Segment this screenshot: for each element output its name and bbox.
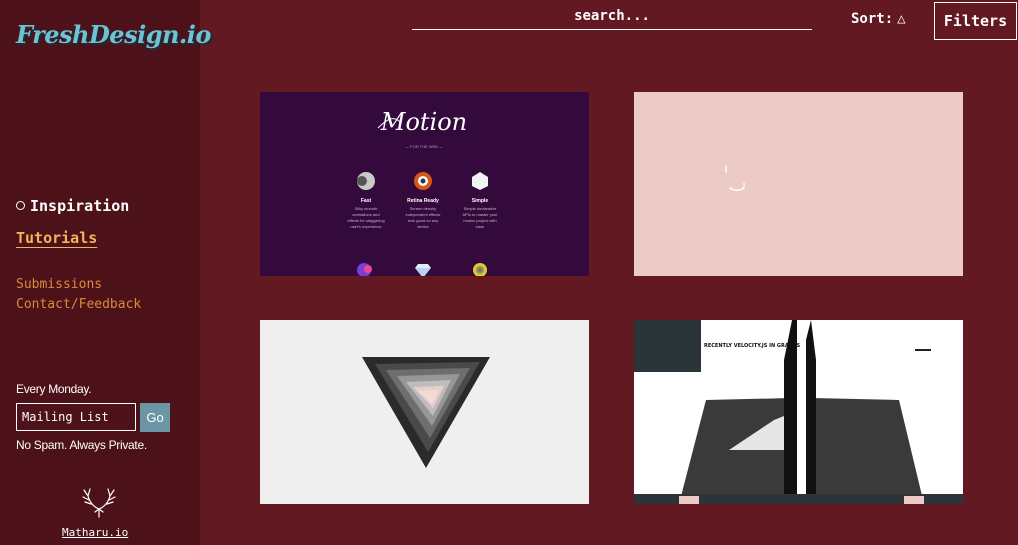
svg-text:Simple declarative: Simple declarative <box>464 206 497 211</box>
nav-submissions[interactable]: Submissions <box>16 275 141 295</box>
svg-text:look good on any: look good on any <box>408 218 438 223</box>
sidebar: FreshDesign.io Inspiration Tutorials Sub… <box>0 0 211 545</box>
svg-text:ease: ease <box>476 224 485 229</box>
mailing-note: No Spam. Always Private. <box>16 438 147 452</box>
pink-loader-preview <box>725 165 745 191</box>
card-triangle-spiral[interactable] <box>260 320 589 504</box>
mailing-go-button[interactable]: Go <box>140 403 170 432</box>
nav-inspiration-label: Inspiration <box>30 197 130 215</box>
motion-tagline: — FOR THE WEB — <box>405 144 443 149</box>
triangle-up-icon[interactable]: △ <box>897 11 905 27</box>
feature-title-simple: Simple <box>472 198 489 204</box>
card-motion[interactable]: Motion — FOR THE WEB — Fast Retina Ready… <box>260 92 589 276</box>
feature-retina-icon <box>414 172 432 190</box>
antlers-logo-icon <box>82 488 116 518</box>
card-pink-loader[interactable] <box>634 92 963 276</box>
velocity-preview: RECENTLY VELOCITY.JS IN GRAPHS <box>634 320 963 504</box>
mailing-list-input[interactable]: Mailing List <box>16 403 136 431</box>
svg-text:motion project with: motion project with <box>463 218 496 223</box>
svg-text:device: device <box>417 224 429 229</box>
svg-text:Silky smooth: Silky smooth <box>355 206 378 211</box>
feature-title-fast: Fast <box>361 198 372 204</box>
svg-text:effects for staggering: effects for staggering <box>347 218 384 223</box>
nav-tutorials[interactable]: Tutorials <box>16 229 97 247</box>
feature-title-retina: Retina Ready <box>407 198 439 204</box>
sort-label: Sort: <box>851 11 894 27</box>
nav-contact-feedback[interactable]: Contact/Feedback <box>16 295 141 315</box>
circle-bullet-icon <box>16 201 25 210</box>
filters-button[interactable]: Filters <box>934 2 1017 40</box>
motion-logo-text: Motion <box>380 108 467 136</box>
svg-text:Screen density: Screen density <box>410 206 436 211</box>
card-velocity[interactable]: RECENTLY VELOCITY.JS IN GRAPHS <box>634 320 963 504</box>
svg-text:independent effects: independent effects <box>406 212 441 217</box>
site-logo[interactable]: FreshDesign.io <box>16 20 211 49</box>
feature-simple-icon <box>472 172 488 190</box>
triangle-spiral-preview <box>362 357 490 468</box>
velocity-heading: RECENTLY VELOCITY.JS IN GRAPHS <box>704 343 801 349</box>
sort-control[interactable]: Sort: △ <box>851 11 906 27</box>
nav-secondary: Submissions Contact/Feedback <box>16 275 141 315</box>
feature-row2-icons <box>357 263 487 276</box>
svg-text:user's experience: user's experience <box>350 224 382 229</box>
feature-fast-icon <box>357 172 375 190</box>
motion-preview: Motion — FOR THE WEB — Fast Retina Ready… <box>347 108 498 276</box>
nav-inspiration[interactable]: Inspiration <box>16 197 129 215</box>
mailing-caption: Every Monday. <box>16 382 92 396</box>
search-input[interactable]: search... <box>412 6 812 30</box>
svg-text:APIs to master your: APIs to master your <box>462 212 498 217</box>
svg-text:animations and: animations and <box>352 212 379 217</box>
author-link[interactable]: Matharu.io <box>62 526 128 539</box>
